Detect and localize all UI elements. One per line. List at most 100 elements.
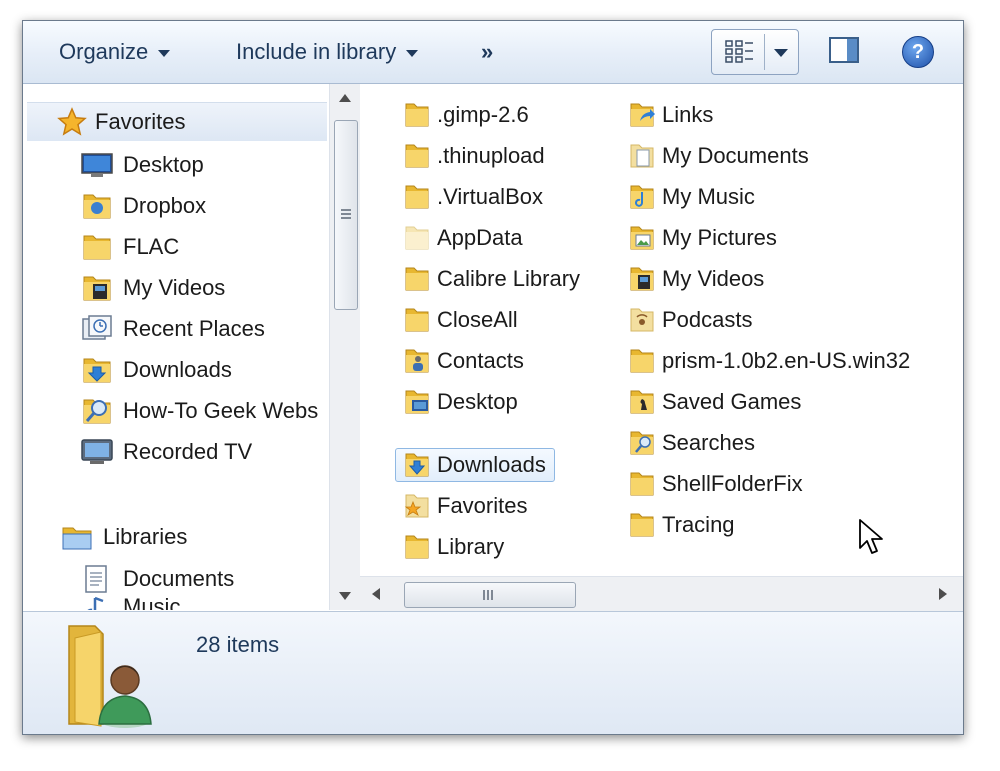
documents-folder-icon — [630, 144, 654, 168]
nav-item-desktop[interactable]: Desktop — [81, 146, 204, 184]
folder-icon — [630, 349, 654, 373]
chevron-down-icon — [158, 49, 171, 57]
videos-folder-icon — [83, 276, 111, 301]
file-item-favorites[interactable]: Favorites — [403, 489, 527, 523]
scroll-down-arrow-icon[interactable] — [339, 592, 351, 600]
organize-button[interactable]: Organize — [59, 39, 171, 65]
nav-item-downloads[interactable]: Downloads — [81, 351, 232, 389]
nav-libraries[interactable]: Libraries — [61, 518, 187, 556]
file-name: .VirtualBox — [437, 184, 543, 209]
folder-icon — [630, 513, 654, 537]
grip-icon — [341, 209, 351, 211]
pictures-folder-icon — [630, 226, 654, 250]
file-name: Contacts — [437, 348, 524, 373]
file-item-virtualbox[interactable]: .VirtualBox — [403, 180, 543, 214]
navigation-pane: Favorites Desktop Dropbox FLAC My Videos… — [23, 84, 329, 610]
file-item-my-pictures[interactable]: My Pictures — [628, 221, 777, 255]
help-button[interactable]: ? — [902, 36, 934, 68]
file-name: Desktop — [437, 389, 518, 414]
folder-icon — [630, 472, 654, 496]
file-item-gimp[interactable]: .gimp-2.6 — [403, 98, 529, 132]
file-name: Searches — [662, 430, 755, 455]
file-item-my-videos[interactable]: My Videos — [628, 262, 764, 296]
file-name: Calibre Library — [437, 266, 581, 291]
searches-folder-icon — [630, 431, 654, 455]
nav-item-recorded-tv[interactable]: Recorded TV — [81, 433, 252, 471]
folder-icon — [405, 267, 429, 291]
file-item-appdata[interactable]: AppData — [403, 221, 523, 255]
nav-item-label: My Videos — [123, 275, 226, 300]
mouse-pointer-icon — [859, 519, 883, 554]
scrollbar-thumb[interactable] — [404, 582, 576, 608]
file-list: .gimp-2.6 .thinupload .VirtualBox AppDat… — [360, 84, 963, 576]
folder-icon — [405, 144, 429, 168]
file-name: My Pictures — [662, 225, 777, 250]
more-commands-button[interactable]: » — [481, 39, 493, 65]
music-icon — [87, 596, 104, 610]
file-item-prism[interactable]: prism-1.0b2.en-US.win32 — [628, 344, 910, 378]
file-item-my-documents[interactable]: My Documents — [628, 139, 809, 173]
file-item-library[interactable]: Library — [403, 530, 504, 564]
include-in-library-label: Include in library — [236, 39, 397, 64]
file-item-shellfolderfix[interactable]: ShellFolderFix — [628, 467, 803, 501]
nav-item-label: Dropbox — [123, 193, 207, 218]
preview-pane-button[interactable] — [829, 37, 859, 63]
links-folder-icon — [630, 103, 655, 127]
file-item-calibre-library[interactable]: Calibre Library — [403, 262, 580, 296]
document-icon — [85, 565, 107, 593]
scroll-right-arrow-icon[interactable] — [939, 588, 947, 600]
file-name: My Music — [662, 184, 755, 209]
nav-item-label: FLAC — [123, 234, 180, 259]
nav-item-label: Documents — [123, 566, 235, 591]
chevron-down-icon[interactable] — [774, 49, 788, 57]
file-name: CloseAll — [437, 307, 518, 332]
include-in-library-button[interactable]: Include in library — [236, 39, 419, 65]
nav-item-music[interactable]: Music — [81, 594, 180, 610]
file-item-contacts[interactable]: Contacts — [403, 344, 524, 378]
folder-icon — [405, 308, 429, 332]
nav-item-label: Downloads — [123, 357, 232, 382]
scrollbar-thumb[interactable] — [334, 120, 358, 310]
file-item-thinupload[interactable]: .thinupload — [403, 139, 545, 173]
dropbox-folder-icon — [83, 194, 111, 219]
file-name: Podcasts — [662, 307, 753, 332]
search-folder-icon — [83, 399, 111, 424]
file-item-desktop[interactable]: Desktop — [403, 385, 518, 419]
desktop-icon — [81, 153, 113, 177]
file-item-podcasts[interactable]: Podcasts — [628, 303, 753, 337]
libraries-icon — [62, 527, 92, 550]
nav-favorites[interactable]: Favorites — [27, 102, 327, 141]
nav-item-how-to-geek[interactable]: How-To Geek Webs — [81, 392, 318, 430]
nav-item-dropbox[interactable]: Dropbox — [81, 187, 206, 225]
file-item-searches[interactable]: Searches — [628, 426, 755, 460]
file-name: AppData — [437, 225, 523, 250]
file-item-saved-games[interactable]: Saved Games — [628, 385, 801, 419]
content-horizontal-scrollbar[interactable] — [360, 576, 963, 611]
file-item-tracing[interactable]: Tracing — [628, 508, 735, 542]
file-name: Saved Games — [662, 389, 802, 414]
nav-item-flac[interactable]: FLAC — [81, 228, 179, 266]
organize-label: Organize — [59, 39, 149, 64]
view-grid-icon — [725, 40, 753, 63]
file-item-downloads[interactable]: Downloads — [395, 448, 555, 482]
file-name: Tracing — [662, 512, 735, 537]
file-item-closeall[interactable]: CloseAll — [403, 303, 518, 337]
file-item-my-music[interactable]: My Music — [628, 180, 755, 214]
scroll-up-arrow-icon[interactable] — [339, 94, 351, 102]
file-name: Downloads — [437, 452, 546, 477]
folder-icon — [83, 235, 111, 260]
nav-vertical-scrollbar[interactable] — [329, 84, 360, 610]
nav-item-my-videos[interactable]: My Videos — [81, 269, 225, 307]
videos-folder-icon — [630, 267, 654, 291]
change-view-button[interactable] — [711, 29, 799, 75]
nav-item-label: Recent Places — [123, 316, 265, 341]
recent-places-icon — [82, 315, 112, 340]
desktop-folder-icon — [405, 390, 429, 414]
nav-favorites-label: Favorites — [95, 109, 186, 134]
nav-item-recent-places[interactable]: Recent Places — [81, 310, 265, 348]
scroll-left-arrow-icon[interactable] — [372, 588, 380, 600]
file-item-links[interactable]: Links — [628, 98, 713, 132]
nav-item-documents[interactable]: Documents — [81, 560, 234, 598]
item-count: 28 items — [196, 632, 280, 657]
folder-icon — [405, 535, 429, 559]
